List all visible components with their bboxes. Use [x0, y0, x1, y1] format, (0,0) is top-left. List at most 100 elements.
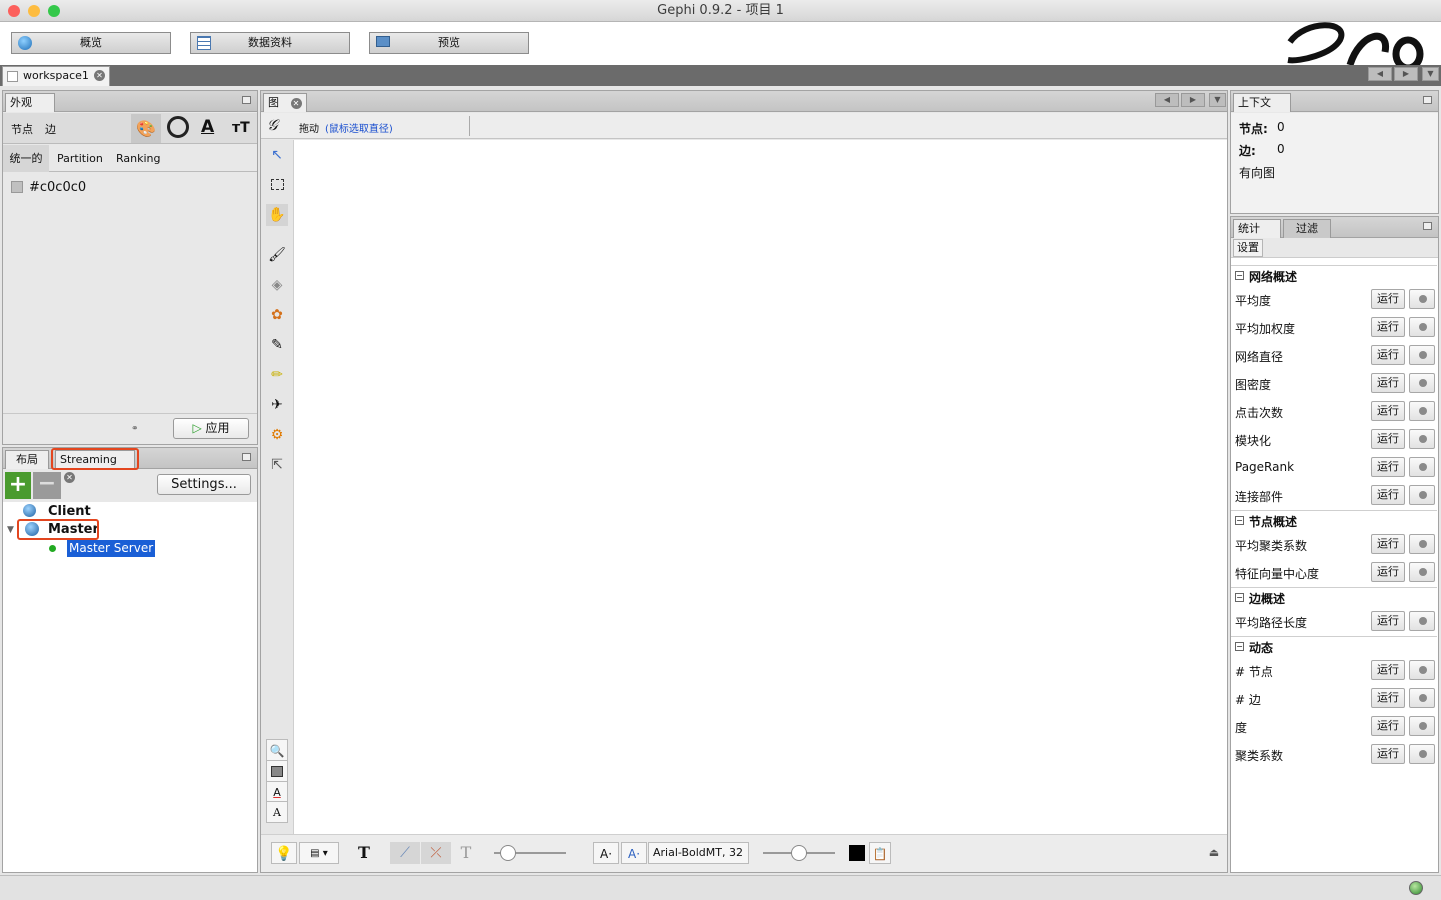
overview-mode-button[interactable]: 概览	[11, 32, 171, 54]
palette-icon[interactable]: 🎨	[131, 114, 161, 143]
minimize-panel-button[interactable]	[1423, 222, 1432, 230]
collapse-toggle-icon[interactable]: −	[1235, 516, 1244, 525]
collapse-toggle-icon[interactable]: −	[1235, 593, 1244, 602]
scroll-left-button[interactable]: ◀	[1368, 67, 1392, 81]
tree-item-master-server[interactable]: Master Server	[67, 540, 156, 557]
report-icon[interactable]	[1409, 611, 1435, 631]
tab-nodes[interactable]: 节点	[11, 121, 33, 137]
lightbulb-icon[interactable]: 💡	[271, 842, 297, 864]
workspace-tab[interactable]: workspace1 ✕	[2, 66, 110, 86]
edge-color-icon[interactable]: ⤫	[421, 842, 451, 864]
tab-ranking[interactable]: Ranking	[116, 152, 161, 165]
rectangle-select-icon[interactable]	[266, 174, 288, 196]
tab-layout[interactable]: 布局	[5, 450, 49, 469]
report-icon[interactable]	[1409, 716, 1435, 736]
font-size-up-icon[interactable]: A·	[621, 842, 647, 864]
report-icon[interactable]	[1409, 457, 1435, 477]
report-icon[interactable]	[1409, 660, 1435, 680]
stats-section-header[interactable]: − 网络概述	[1231, 265, 1437, 285]
close-icon[interactable]: ✕	[290, 97, 302, 109]
pencil-icon[interactable]: ✎	[266, 334, 288, 356]
stats-section-header[interactable]: − 边概述	[1231, 587, 1437, 607]
font-selector[interactable]: Arial-BoldMT, 32	[648, 842, 749, 864]
stats-settings-button[interactable]: 设置	[1233, 239, 1263, 257]
run-button[interactable]: 运行	[1371, 716, 1405, 736]
add-button[interactable]: +	[5, 472, 31, 499]
preview-mode-button[interactable]: 预览	[369, 32, 529, 54]
font-size-down-icon[interactable]: A·	[593, 842, 619, 864]
pointer-icon[interactable]: ↖	[266, 144, 288, 166]
tab-unique[interactable]: 统一的	[3, 145, 49, 172]
stats-section-header[interactable]: − 动态	[1231, 636, 1437, 656]
scroll-right-button[interactable]: ▶	[1181, 93, 1205, 107]
stats-section-header[interactable]: − 节点概述	[1231, 510, 1437, 530]
graph-canvas[interactable]	[294, 140, 1227, 834]
label-color-icon[interactable]: A	[266, 781, 288, 803]
color-picker-icon[interactable]: ✿	[266, 304, 288, 326]
minimize-window-button[interactable]	[28, 5, 40, 17]
label-size-slider-thumb[interactable]	[791, 845, 807, 861]
report-icon[interactable]	[1409, 345, 1435, 365]
shortest-path-icon[interactable]: ✈	[266, 394, 288, 416]
report-icon[interactable]	[1409, 744, 1435, 764]
edge-labels-icon[interactable]: T	[454, 842, 478, 864]
minimize-panel-button[interactable]	[1423, 96, 1432, 104]
label-size-icon[interactable]: тT	[232, 120, 250, 136]
edge-scale-slider-thumb[interactable]	[500, 845, 516, 861]
notification-icon[interactable]	[1409, 881, 1423, 895]
expand-toggle-icon[interactable]: ▼	[7, 525, 14, 535]
run-button[interactable]: 运行	[1371, 744, 1405, 764]
zoom-icon[interactable]: 🔍	[266, 739, 288, 761]
show-labels-icon[interactable]: T	[352, 842, 376, 864]
run-button[interactable]: 运行	[1371, 611, 1405, 631]
gear-icon[interactable]: ⚙	[266, 424, 288, 446]
help-pointer-icon[interactable]: ⇱	[266, 454, 288, 476]
run-button[interactable]: 运行	[1371, 534, 1405, 554]
clipboard-icon[interactable]: 📋	[869, 842, 891, 864]
tab-filter[interactable]: 过滤	[1283, 219, 1331, 238]
tab-context[interactable]: 上下文 ✕	[1233, 93, 1291, 126]
scroll-left-button[interactable]: ◀	[1155, 93, 1179, 107]
run-button[interactable]: 运行	[1371, 660, 1405, 680]
report-icon[interactable]	[1409, 562, 1435, 582]
collapse-toggle-icon[interactable]: −	[1235, 271, 1244, 280]
edge-icon[interactable]: ⟋	[390, 842, 420, 864]
run-button[interactable]: 运行	[1371, 317, 1405, 337]
workspace-dropdown-button[interactable]: ▼	[1422, 67, 1439, 81]
run-button[interactable]: 运行	[1371, 373, 1405, 393]
report-icon[interactable]	[1409, 534, 1435, 554]
report-icon[interactable]	[1409, 485, 1435, 505]
background-color-icon[interactable]	[266, 760, 288, 782]
settings-button[interactable]: Settings...	[157, 474, 251, 495]
label-color-icon[interactable]: A	[201, 117, 214, 137]
font-icon[interactable]: A	[266, 801, 288, 823]
label-color-swatch[interactable]	[849, 845, 865, 861]
run-button[interactable]: 运行	[1371, 485, 1405, 505]
link-icon[interactable]: ⚭	[131, 424, 139, 434]
run-button[interactable]: 运行	[1371, 345, 1405, 365]
run-button[interactable]: 运行	[1371, 457, 1405, 477]
report-icon[interactable]	[1409, 317, 1435, 337]
close-window-button[interactable]	[8, 5, 20, 17]
zoom-window-button[interactable]	[48, 5, 60, 17]
tab-partition[interactable]: Partition	[57, 152, 103, 165]
report-icon[interactable]	[1409, 401, 1435, 421]
size-icon[interactable]	[167, 116, 189, 138]
collapse-toggle-icon[interactable]: −	[1235, 642, 1244, 651]
apply-button[interactable]: ▷ 应用	[173, 418, 249, 439]
run-button[interactable]: 运行	[1371, 429, 1405, 449]
close-icon[interactable]: ✕	[64, 471, 75, 483]
report-icon[interactable]	[1409, 289, 1435, 309]
tab-graph[interactable]: 图 ✕	[263, 93, 307, 112]
close-workspace-icon[interactable]: ✕	[94, 70, 105, 81]
run-button[interactable]: 运行	[1371, 562, 1405, 582]
tab-appearance[interactable]: 外观 ✕	[5, 93, 55, 126]
report-icon[interactable]	[1409, 429, 1435, 449]
tab-edges[interactable]: 边	[45, 121, 56, 137]
run-button[interactable]: 运行	[1371, 289, 1405, 309]
data-lab-mode-button[interactable]: 数据资料	[190, 32, 350, 54]
edge-pencil-icon[interactable]: ✏	[266, 364, 288, 386]
run-button[interactable]: 运行	[1371, 688, 1405, 708]
run-button[interactable]: 运行	[1371, 401, 1405, 421]
minimize-panel-button[interactable]	[242, 453, 251, 461]
